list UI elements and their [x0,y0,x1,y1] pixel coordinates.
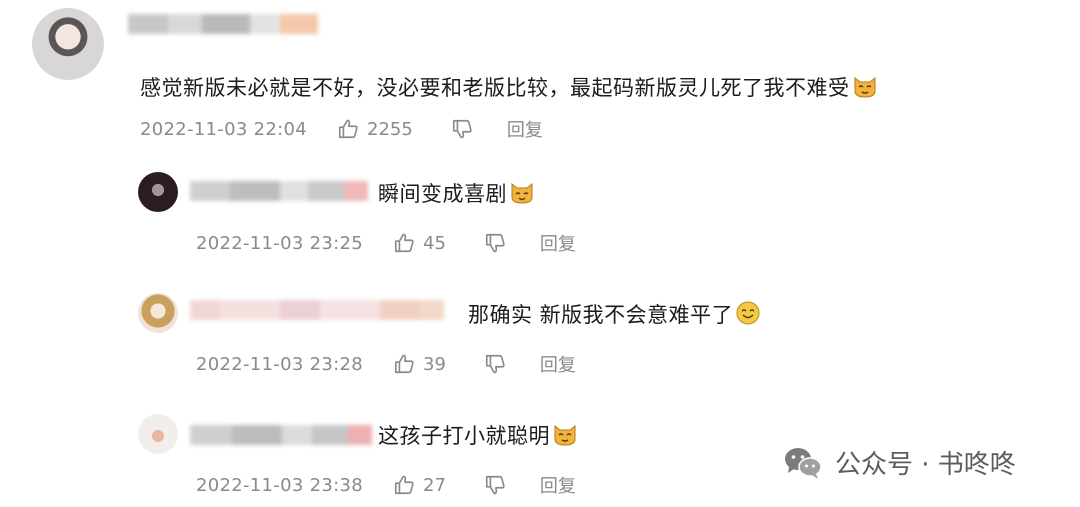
comment-text: 感觉新版未必就是不好，没必要和老版比较，最起码新版灵儿死了我不难受 [140,72,878,102]
avatar[interactable] [138,293,178,333]
username-blurred[interactable] [190,425,372,445]
reply-button[interactable]: 回复 [540,351,576,377]
username-blurred[interactable] [190,300,444,320]
thumbs-up-icon[interactable] [393,353,415,375]
thumbs-up-icon[interactable] [393,474,415,496]
timestamp: 2022-11-03 23:38 [196,474,364,496]
username-blurred[interactable] [190,181,368,201]
thumbs-down-icon[interactable] [451,118,473,140]
cat-face-emoji [854,76,875,98]
comment-text: 这孩子打小就聪明 [378,420,578,450]
avatar[interactable] [138,172,178,212]
reply-button[interactable]: 回复 [540,230,576,256]
avatar[interactable] [32,8,104,80]
timestamp: 2022-11-03 23:25 [196,232,364,254]
thumbs-up-icon[interactable] [337,118,359,140]
thumbs-down-icon[interactable] [484,474,506,496]
comment-text: 瞬间变成喜剧 [378,178,535,208]
thumbs-up-icon[interactable] [393,232,415,254]
watermark-text: 公众号 · 书咚咚 [835,450,1016,480]
comment-text: 那确实 新版我不会意难平了 [468,299,761,329]
like-count: 39 [423,353,446,375]
username-blurred[interactable] [128,14,318,34]
like-count: 27 [423,474,446,496]
wechat-icon [785,447,822,479]
cat-face-emoji [511,182,533,204]
like-count: 45 [423,232,446,254]
reply-button[interactable]: 回复 [507,116,543,142]
comment-meta: 2022-11-03 23:25 45 回复 [196,230,576,256]
cat-face-emoji [554,424,576,446]
comment-meta: 2022-11-03 22:04 2255 回复 [140,116,543,142]
thumbs-down-icon[interactable] [484,353,506,375]
avatar[interactable] [138,414,178,454]
thumbs-down-icon[interactable] [484,232,506,254]
smile-emoji [736,301,760,325]
like-count: 2255 [367,118,413,140]
comment-meta: 2022-11-03 23:28 39 回复 [196,351,576,377]
timestamp: 2022-11-03 23:28 [196,353,364,375]
reply-button[interactable]: 回复 [540,472,576,498]
watermark: 公众号 · 书咚咚 [783,444,1016,481]
comment-meta: 2022-11-03 23:38 27 回复 [196,472,576,498]
timestamp: 2022-11-03 22:04 [140,118,308,140]
